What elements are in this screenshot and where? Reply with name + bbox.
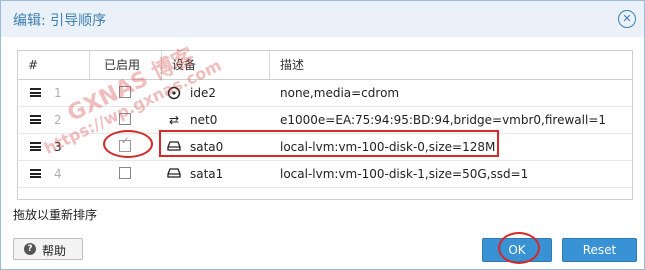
boot-order-dialog: 编辑: 引导顺序 ✕ # 已启用 设备 描述 1 ide2 none,media…: [0, 0, 645, 270]
drag-handle-icon[interactable]: [30, 142, 41, 151]
annotation-circle-checkbox: [103, 130, 153, 158]
device-name: sata1: [190, 167, 224, 181]
row-num: 1: [54, 86, 62, 100]
close-icon[interactable]: ✕: [618, 10, 636, 28]
annotation-circle-ok: [498, 232, 540, 264]
annotation-box-sata0: [159, 130, 499, 157]
row-num: 2: [54, 113, 62, 127]
device-desc: none,media=cdrom: [280, 86, 400, 100]
drag-handle-icon[interactable]: [30, 115, 41, 124]
hdd-icon: [166, 167, 182, 181]
dialog-titlebar: 编辑: 引导顺序 ✕: [1, 1, 644, 37]
reset-button[interactable]: Reset: [562, 238, 637, 262]
help-button[interactable]: ? 帮助: [13, 238, 83, 260]
drag-handle-icon[interactable]: [30, 88, 41, 97]
drag-handle-icon[interactable]: [30, 169, 41, 178]
network-icon: ⇄: [168, 113, 180, 127]
question-icon: ?: [24, 243, 36, 255]
drag-hint: 拖放以重新排序: [13, 208, 98, 222]
col-header-desc[interactable]: 描述: [270, 51, 632, 79]
enabled-checkbox[interactable]: [119, 167, 131, 179]
dialog-title: 编辑: 引导顺序: [13, 13, 107, 29]
col-header-num[interactable]: #: [18, 51, 90, 79]
help-label: 帮助: [42, 244, 67, 258]
device-desc: local-lvm:vm-100-disk-1,size=50G,ssd=1: [280, 167, 529, 181]
table-row[interactable]: 4 sata1 local-lvm:vm-100-disk-1,size=50G…: [18, 161, 632, 188]
row-num: 4: [54, 167, 62, 181]
